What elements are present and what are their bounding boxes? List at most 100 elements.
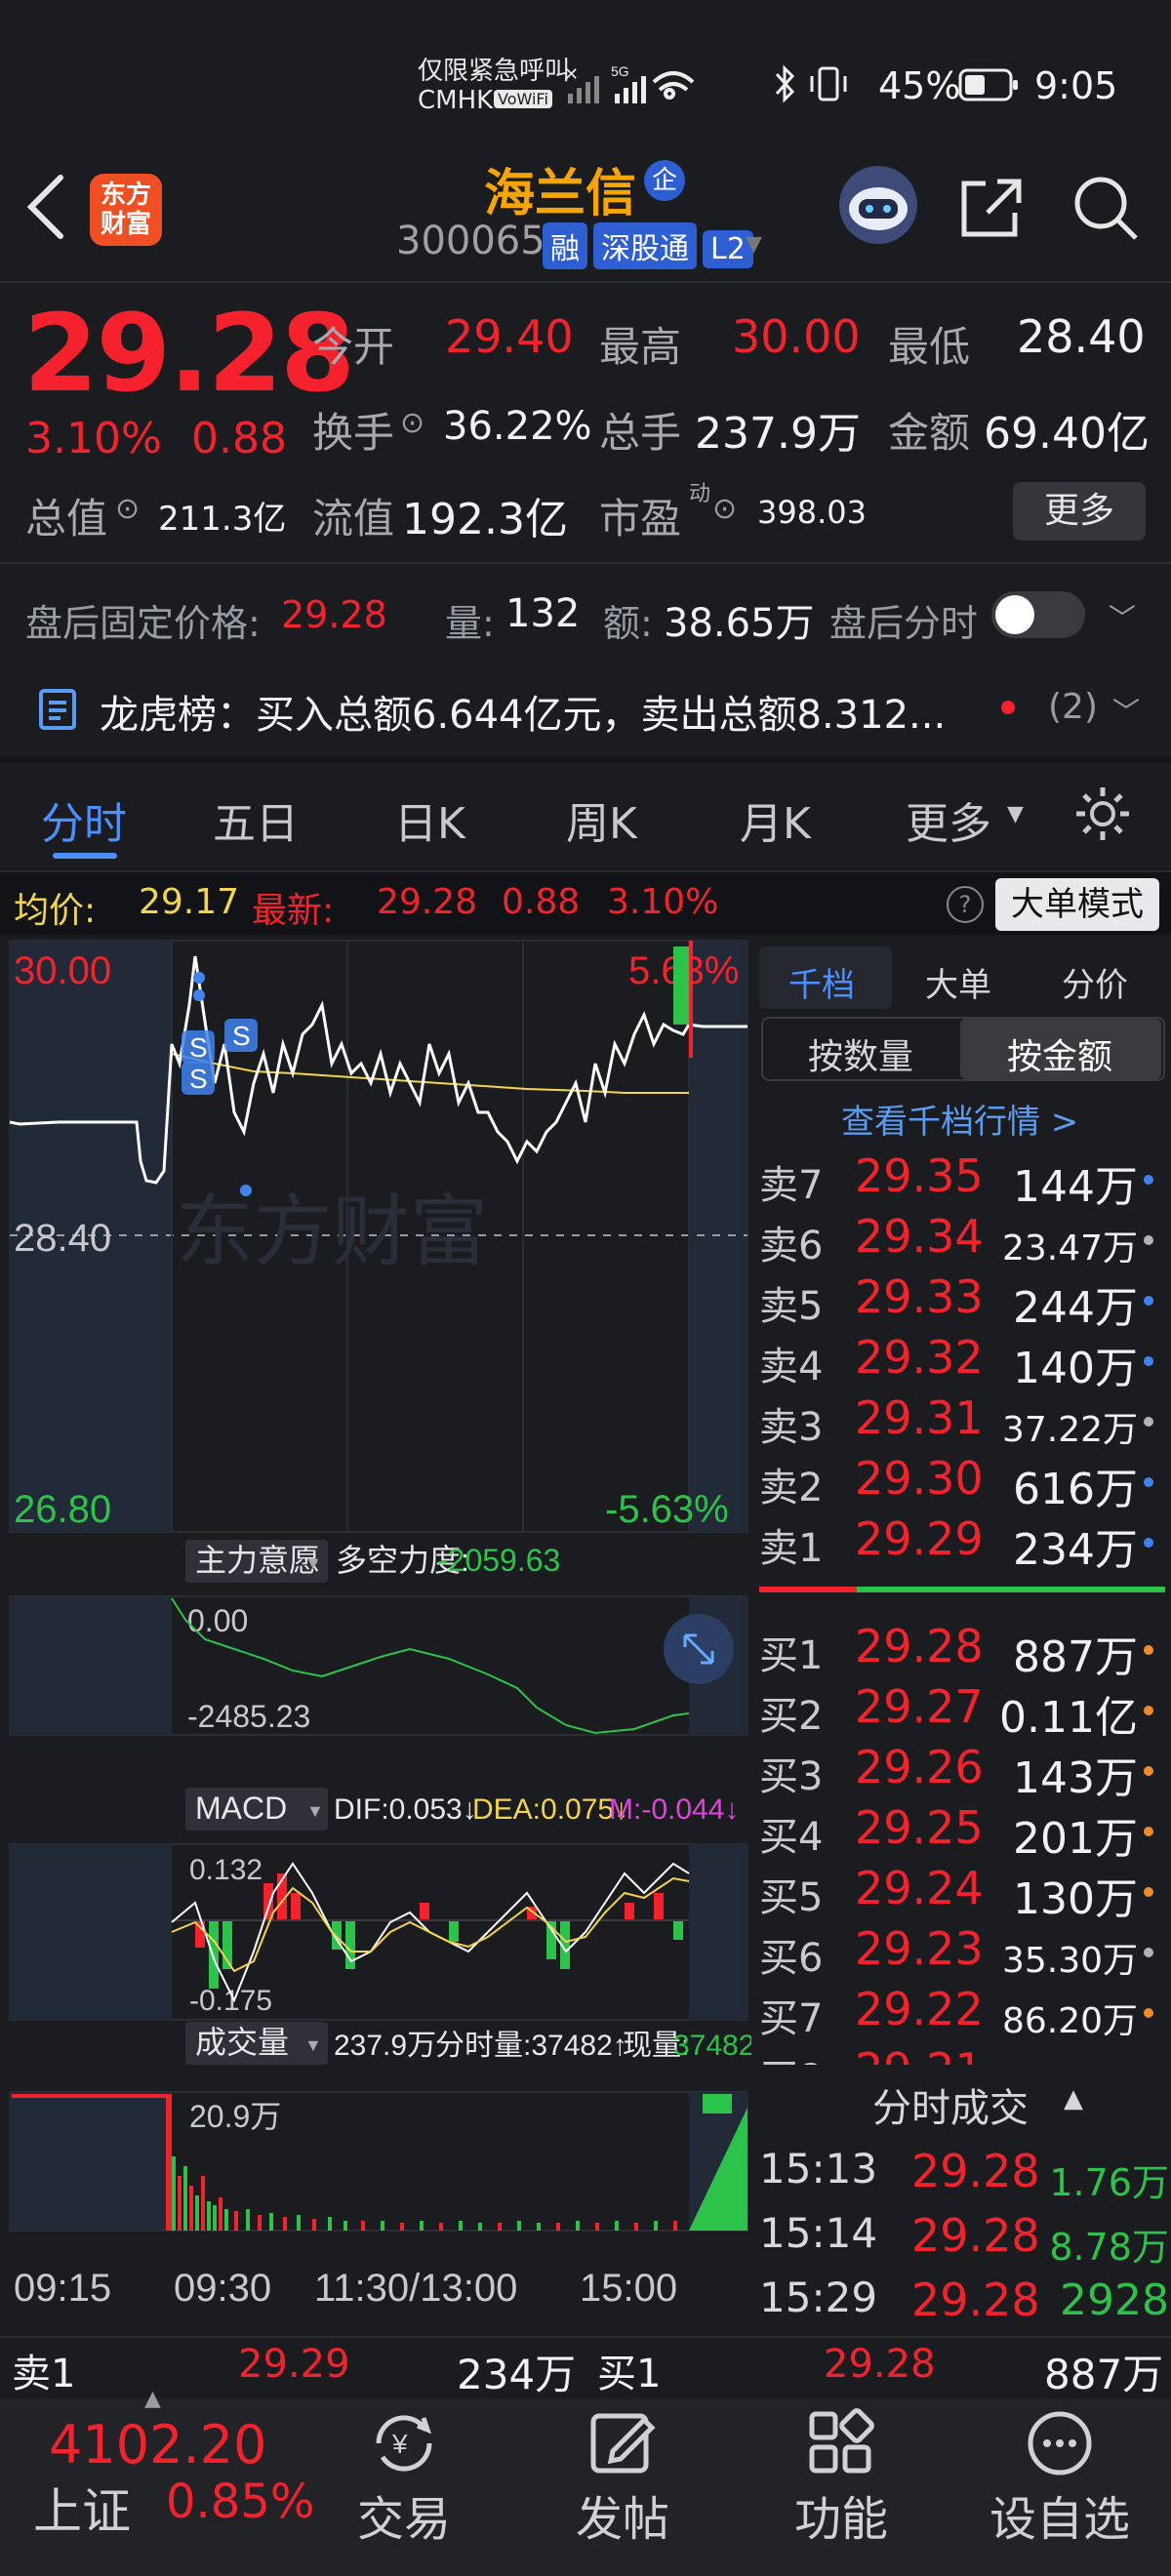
ask-price: 29.32 [855,1331,984,1384]
bid-row[interactable]: 买3 29.26 143万 [759,1741,1169,1803]
ask-row[interactable]: 卖2 29.30 616万 [759,1452,1169,1514]
tab-weekly-k[interactable]: 周K [566,788,637,851]
time-sales-title[interactable]: 分时成交 [872,2076,1029,2133]
bid-row[interactable]: 买7 29.22 86.20万 [759,1983,1169,2041]
carrier-text: CMHK [418,86,494,115]
chevron-down-icon[interactable]: ▼ [746,232,762,257]
ask-row[interactable]: 卖7 29.35 144万 [759,1149,1169,1212]
tab-more[interactable]: 更多 [906,788,991,851]
trade-row: 15:13 29.28 1.76万 [759,2145,1169,2204]
tab-big-orders[interactable]: 大单 [925,958,991,1006]
tab-monthly-k[interactable]: 月K [740,788,811,851]
big-order-mode-button[interactable]: 大单模式 [995,878,1159,931]
main-force-axis-bottom: -2485.23 [187,1699,310,1734]
svg-text:▼: ▼ [304,2035,322,2055]
active-tab-indicator [53,853,117,859]
nav-functions[interactable]: 功能 [744,2400,939,2556]
after-hours-amt-label: 额: [603,602,653,645]
toggle-by-quantity[interactable]: 按数量 [808,1028,913,1079]
nav-post[interactable]: 发帖 [525,2400,720,2556]
info-icon[interactable]: ⊙ [115,492,140,526]
chevron-down-icon[interactable]: ﹀ [1109,597,1136,636]
more-button[interactable]: 更多 [1013,482,1146,541]
caret-up-icon[interactable]: ▲ [144,2387,161,2411]
dragon-list-text[interactable]: 龙虎榜：买入总额6.644亿元，卖出总额8.312... [100,683,946,740]
robot-assistant-icon[interactable] [837,164,919,246]
network-type-label: 5G [611,64,629,79]
index-value[interactable]: 4102.20 [49,2414,266,2475]
bottom-sell-label: 卖1 [12,2352,76,2396]
after-hours-toggle[interactable] [991,591,1085,638]
main-force-axis-top: 0.00 [187,1603,248,1638]
bid-indicator-dot [1144,1645,1153,1655]
volume-label: 成交量 [195,2025,289,2060]
bottom-quote-bar [0,2336,1171,2400]
bid-indicator-dot [1144,1948,1153,1957]
bluetooth-icon [775,64,795,103]
tab-five-day[interactable]: 五日 [213,788,299,851]
ask-indicator-dot [1144,1356,1153,1366]
bid-volume: 201万 [1013,1814,1138,1864]
tab-daily-k[interactable]: 日K [394,788,465,851]
bottom-buy-label: 买1 [597,2352,662,2396]
back-icon[interactable] [21,172,70,242]
ask-indicator-dot [1144,1477,1153,1487]
bid-volume: 887万 [1013,1632,1138,1682]
intraday-chart[interactable]: 东方财富 30.00 28.40 26.80 5.63% -5.63% S S … [0,937,751,2324]
open-value: 29.40 [445,310,574,363]
macd-m: M:-0.044↓ [609,1793,739,1826]
ask-row[interactable]: 卖6 29.34 23.47万 [759,1210,1169,1268]
app-logo[interactable]: 东方 财富 [90,174,162,246]
info-icon[interactable]: ⊙ [400,406,424,440]
pe-value: 398.03 [757,494,867,531]
ask-price: 29.31 [855,1391,984,1444]
high-value: 30.00 [732,310,861,363]
trade-vol: 1.76万 [1049,2161,1169,2204]
bottom-buy-price: 29.28 [824,2342,936,2387]
sell-marker: S [189,1064,208,1094]
ask-row[interactable]: 卖4 29.32 140万 [759,1331,1169,1393]
bid-price: 29.22 [855,1983,984,2035]
bid-row[interactable]: 买1 29.28 887万 [759,1620,1169,1682]
view-thousand-levels-link[interactable]: 查看千档行情 > [841,1095,1078,1143]
share-icon[interactable] [958,176,1027,240]
bid-row[interactable]: 买5 29.24 130万 [759,1862,1169,1924]
sell-marker: S [232,1021,251,1051]
vowifi-badge: VoWiFi [494,90,552,108]
ask-indicator-dot [1144,1296,1153,1306]
nav-trade-label: 交易 [356,2492,451,2547]
after-hours-amt: 38.65万 [664,601,815,646]
info-icon[interactable]: ⊙ [712,492,737,526]
help-icon[interactable]: ? [947,886,984,923]
tab-intraday[interactable]: 分时 [41,788,127,851]
bid-row[interactable]: 买2 29.27 0.11亿 [759,1680,1169,1743]
change-percent: 3.10% [25,414,162,463]
ask-label: 卖2 [759,1466,824,1510]
tab-price-distribution[interactable]: 分价 [1062,958,1128,1006]
toggle-by-amount[interactable]: 按金额 [1007,1028,1112,1079]
ask-row[interactable]: 卖1 29.29 234万 [759,1512,1169,1575]
trade-row: 15:14 29.28 8.78万 [759,2209,1169,2269]
bid-row[interactable]: 买6 29.23 35.30万 [759,1922,1169,1981]
ask-row[interactable]: 卖5 29.33 244万 [759,1270,1169,1333]
index-pct[interactable]: 0.85% [166,2475,314,2529]
tab-thousand-level[interactable]: 千档 [788,958,855,1006]
search-icon[interactable] [1071,174,1140,242]
stock-code: 300065 [396,219,545,263]
nav-trade[interactable]: ¥ 交易 [306,2400,502,2556]
index-name[interactable]: 上证 [33,2473,131,2543]
ask-row[interactable]: 卖3 29.31 37.22万 [759,1391,1169,1450]
axis-top-price: 30.00 [14,949,111,992]
ask-label: 卖5 [759,1284,824,1329]
bid-row[interactable]: 买4 29.25 201万 [759,1801,1169,1864]
after-hours-label: 盘后固定价格: [25,602,261,645]
ask-volume: 23.47万 [1001,1228,1138,1268]
stock-tags: 融深股通 L2 [537,222,753,269]
nav-add-watchlist[interactable]: 设自选 [962,2400,1157,2556]
ask-indicator-dot [1144,1175,1153,1185]
gear-icon[interactable] [1073,785,1132,843]
ask-volume: 244万 [1013,1283,1138,1333]
ask-label: 卖4 [759,1345,824,1389]
bid-price: 29.26 [855,1741,984,1793]
chevron-down-icon[interactable]: ﹀ [1112,691,1140,730]
